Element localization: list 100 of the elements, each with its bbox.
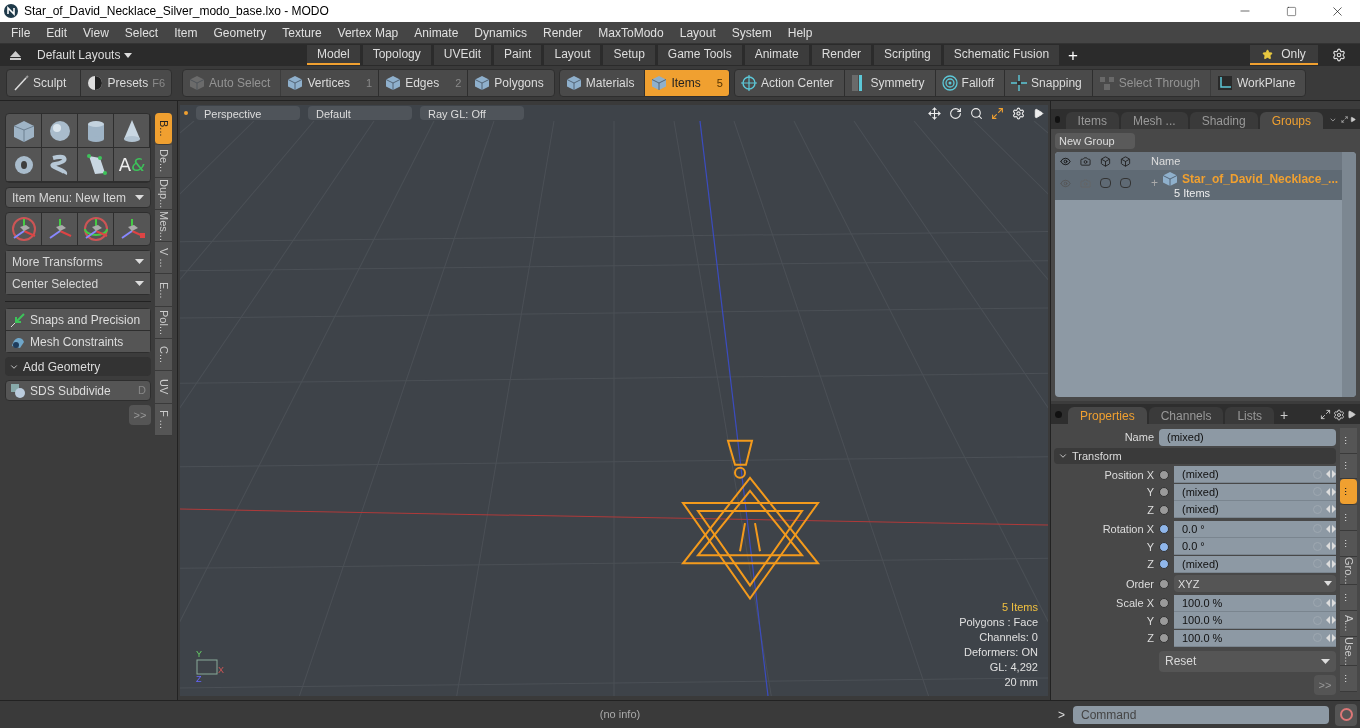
section-header[interactable]: Transform	[1054, 448, 1336, 464]
rotate-gizmo-icon[interactable]	[81, 215, 110, 243]
layout-tab[interactable]: Scripting	[874, 45, 941, 65]
new-group-button[interactable]: New Group	[1055, 133, 1135, 149]
lock-checkbox[interactable]	[1099, 178, 1111, 188]
value-field[interactable]: (mixed)	[1174, 501, 1336, 519]
dropdown[interactable]: Center Selected	[6, 273, 150, 294]
side-tab[interactable]: ...	[1340, 479, 1357, 506]
group-row[interactable]: + Star_of_David_Necklace_... 5 Items	[1055, 170, 1342, 200]
side-tab[interactable]: Pol...	[155, 306, 172, 340]
panel-tab[interactable]: Groups	[1259, 112, 1324, 129]
toolbar-button[interactable]: Falloff	[935, 70, 1006, 96]
layout-tab[interactable]: Layout	[544, 45, 601, 65]
value-field[interactable]: 100.0 %	[1174, 629, 1336, 647]
side-tab[interactable]: ...	[1340, 585, 1357, 611]
toolbar-button[interactable]: Action Center	[734, 70, 845, 96]
drag-arrows-icon[interactable]	[1326, 559, 1336, 568]
panel-tab[interactable]: Lists	[1225, 407, 1275, 424]
maximize-icon[interactable]	[1340, 114, 1349, 125]
toolbar-button[interactable]: Edges 2	[379, 70, 469, 96]
layout-tab[interactable]: Topology	[362, 45, 431, 65]
menu-item[interactable]: Render	[535, 23, 591, 42]
toolbar-button[interactable]: Symmetry	[844, 70, 936, 96]
select-checkbox[interactable]	[1119, 178, 1131, 188]
layout-tab[interactable]: UVEdit	[433, 45, 492, 65]
dropdown[interactable]: Item Menu: New Item	[5, 187, 151, 208]
viewport-option-button[interactable]: Ray GL: Off	[420, 106, 524, 120]
side-tab[interactable]: ...	[1340, 530, 1357, 557]
tool-button[interactable]: Mesh Constraints	[6, 331, 150, 352]
section-header[interactable]: Add Geometry	[5, 357, 151, 376]
maximize-icon[interactable]	[991, 106, 1004, 120]
layout-tab[interactable]: Setup	[603, 45, 655, 65]
record-button[interactable]	[1335, 703, 1357, 726]
toolbar-button[interactable]: Polygons	[468, 70, 554, 96]
rotate-icon[interactable]	[949, 106, 962, 120]
side-tab[interactable]: V ...	[155, 242, 172, 275]
side-tab[interactable]: A...	[1340, 610, 1357, 637]
menu-item[interactable]: MaxToModo	[590, 23, 672, 42]
panel-tab[interactable]: Shading	[1189, 112, 1258, 129]
add-tab-button[interactable]: +	[1280, 408, 1289, 422]
settings-icon[interactable]	[1333, 409, 1345, 421]
drag-arrows-icon[interactable]	[1326, 542, 1336, 551]
panel-tab[interactable]: Properties	[1068, 407, 1147, 424]
drag-arrows-icon[interactable]	[1326, 470, 1336, 479]
value-field[interactable]: 0.0 °	[1174, 538, 1336, 556]
add-layout-button[interactable]: +	[1068, 46, 1079, 64]
drag-arrows-icon[interactable]	[1326, 487, 1336, 496]
command-field[interactable]: Command	[1073, 705, 1329, 724]
layout-tab[interactable]: Game Tools	[657, 45, 742, 65]
menu-item[interactable]: Select	[116, 23, 167, 42]
side-tab[interactable]: F ...	[155, 403, 172, 436]
text-tool-icon[interactable]: A&	[118, 155, 146, 174]
value-field[interactable]: 100.0 %	[1174, 594, 1336, 612]
toolbar-button[interactable]: Vertices 1	[281, 70, 380, 96]
move-icon[interactable]	[928, 106, 941, 120]
side-tab[interactable]: ...	[1340, 428, 1357, 454]
drag-arrows-icon[interactable]	[1326, 616, 1336, 625]
visibility-icon[interactable]	[1059, 155, 1071, 167]
scrollbar[interactable]	[1342, 152, 1356, 397]
tool-button[interactable]: Snaps and Precision	[6, 309, 150, 330]
menu-item[interactable]: View	[75, 23, 117, 42]
value-field[interactable]: 0.0 °	[1174, 520, 1336, 538]
drag-arrows-icon[interactable]	[1326, 633, 1336, 642]
layout-tab[interactable]: Schematic Fusion	[943, 45, 1060, 65]
value-field[interactable]: (mixed)	[1174, 483, 1336, 501]
value-field[interactable]: 100.0 %	[1174, 612, 1336, 630]
panel-tab[interactable]: Items	[1065, 112, 1119, 129]
dropdown[interactable]: More Transforms	[6, 251, 150, 272]
value-field[interactable]: (mixed)	[1174, 466, 1336, 484]
layout-tab[interactable]: Paint	[494, 45, 542, 65]
side-tab[interactable]: E...	[155, 274, 172, 307]
maximize-icon[interactable]	[1320, 409, 1331, 420]
play-icon[interactable]	[1347, 410, 1356, 419]
drag-arrows-icon[interactable]	[1326, 505, 1336, 514]
settings-icon[interactable]	[1332, 48, 1346, 62]
menu-item[interactable]: Layout	[671, 23, 724, 42]
side-tab[interactable]: B...	[155, 113, 172, 146]
layouts-dropdown[interactable]: Default Layouts	[37, 46, 307, 64]
render-icon[interactable]	[1079, 155, 1091, 167]
layout-tab[interactable]: Render	[811, 45, 872, 65]
side-tab[interactable]: C...	[155, 339, 172, 372]
side-tab[interactable]: ...	[1340, 453, 1357, 480]
collapse-icon[interactable]	[10, 50, 21, 60]
order-dropdown[interactable]: XYZ	[1174, 575, 1336, 593]
side-tab[interactable]: UV	[155, 371, 172, 404]
menu-item[interactable]: File	[3, 23, 39, 42]
dropdown[interactable]: Reset	[1159, 650, 1336, 672]
side-tab[interactable]: Dup...	[155, 177, 172, 210]
menu-item[interactable]: Item	[166, 23, 206, 42]
menu-item[interactable]: Help	[779, 23, 821, 42]
viewport-option-button[interactable]: Default	[308, 106, 412, 120]
only-toggle[interactable]: Only	[1250, 45, 1318, 65]
menu-item[interactable]: Dynamics	[466, 23, 535, 42]
search-icon[interactable]	[970, 106, 983, 120]
panel-tab[interactable]: Mesh ...	[1120, 112, 1188, 129]
side-tab[interactable]: Gro...	[1340, 556, 1357, 586]
panel-tab[interactable]: Channels	[1148, 407, 1224, 424]
menu-item[interactable]: Vertex Map	[329, 23, 407, 42]
side-tab[interactable]: De...	[155, 145, 172, 178]
menu-item[interactable]: Animate	[406, 23, 467, 42]
